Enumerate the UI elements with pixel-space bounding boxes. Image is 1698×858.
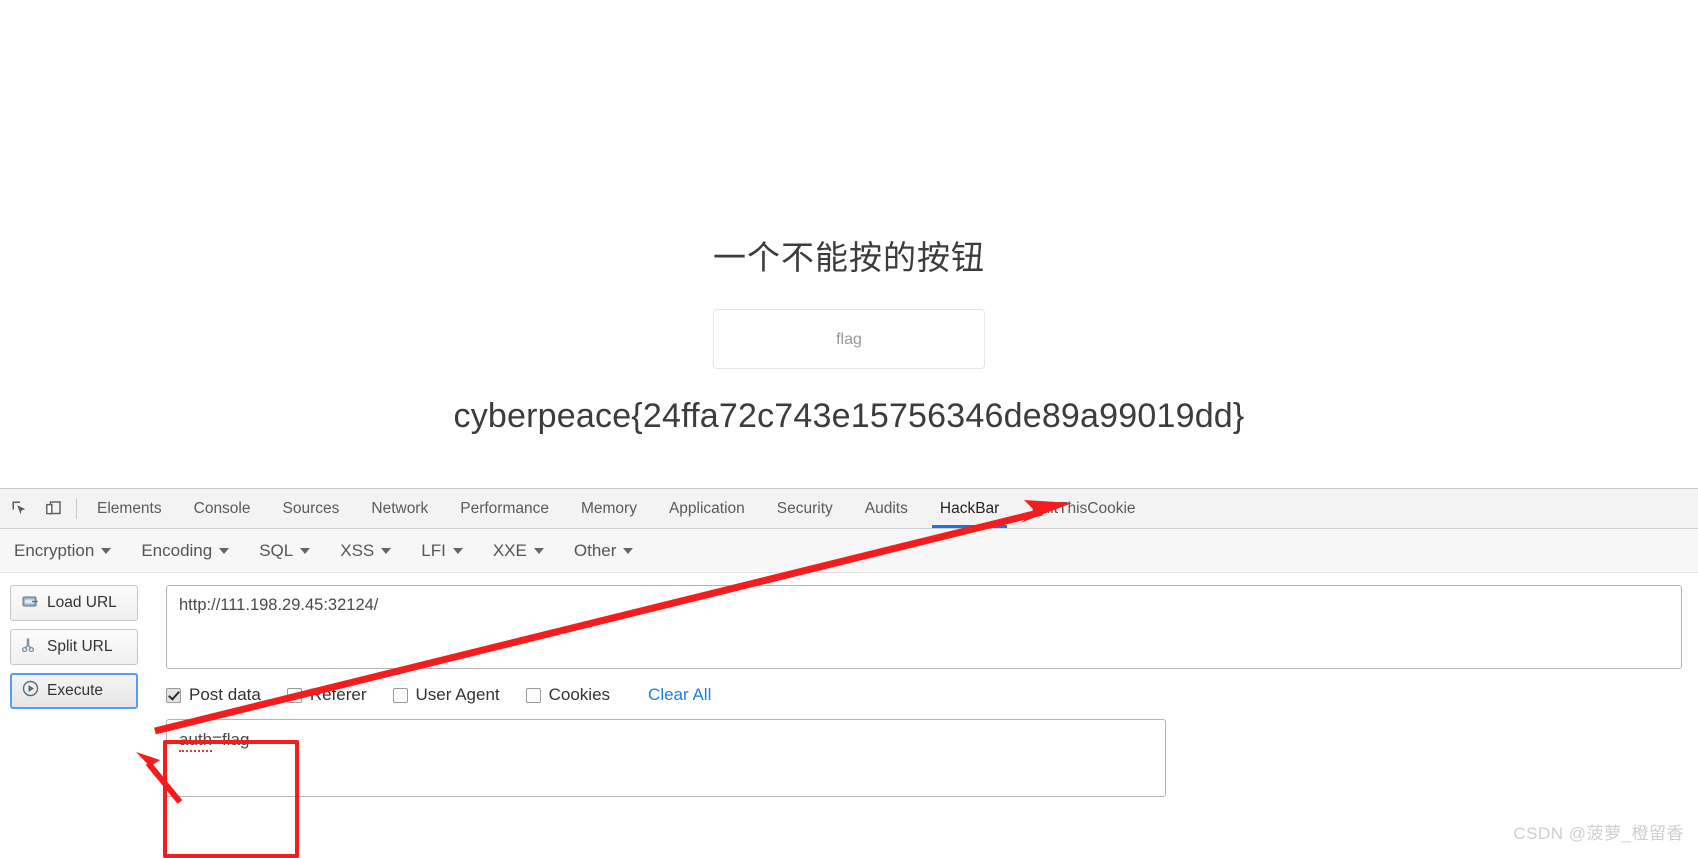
user-agent-label: User Agent [415,685,500,704]
watermark: CSDN @菠萝_橙留香 [1513,824,1684,843]
page-title: 一个不能按的按钮 [713,239,985,276]
execute-label: Execute [47,682,104,699]
menu-xxe-label: XXE [492,540,527,560]
menu-xss[interactable]: XSS [340,540,392,561]
url-input[interactable]: http://111.198.29.45:32124/ [166,585,1682,669]
flag-button[interactable]: flag [713,308,985,369]
tab-elements[interactable]: Elements [81,489,178,528]
post-data-remainder: =flag [212,730,250,749]
devtools-panel: Elements Console Sources Network Perform… [0,488,1698,858]
load-url-button[interactable]: Load URL [10,585,138,621]
tab-memory[interactable]: Memory [565,489,653,528]
tab-security[interactable]: Security [761,489,849,528]
tab-audits[interactable]: Audits [849,489,924,528]
menu-other-label: Other [573,540,617,560]
menu-xss-label: XSS [340,540,375,560]
clear-all-link[interactable]: Clear All [648,685,711,705]
post-data-label: Post data [189,685,261,704]
tab-hackbar[interactable]: HackBar [924,489,1015,528]
execute-button[interactable]: Execute [10,673,138,709]
referer-checkbox[interactable] [286,687,302,703]
menu-encoding[interactable]: Encoding [141,540,230,561]
menu-other[interactable]: Other [574,541,634,561]
tab-console[interactable]: Console [178,489,267,528]
devtools-tabbar: Elements Console Sources Network Perform… [0,489,1698,529]
page-content: 一个不能按的按钮 flag cyberpeace{24ffa72c743e157… [0,0,1698,436]
chevron-down-icon [101,547,112,554]
chevron-down-icon [623,547,634,554]
tab-editthiscookie[interactable]: EditThisCookie [1015,489,1151,528]
hackbar-body: Load URL Split URL Execute http://111.19… [0,573,1698,797]
hackbar-action-buttons: Load URL Split URL Execute [10,585,138,709]
post-data-spellcheck-word: auth [179,730,213,752]
split-url-label: Split URL [47,638,113,655]
chevron-down-icon [381,547,392,554]
tab-sources[interactable]: Sources [267,489,356,528]
split-url-icon [21,637,39,657]
devtools-tool-icons [0,489,74,528]
chevron-down-icon [219,547,230,554]
user-agent-checkbox[interactable] [392,687,408,703]
hackbar-inputs: http://111.198.29.45:32124/ Post data Re… [166,585,1698,797]
menu-sql[interactable]: SQL [259,540,311,561]
tab-application[interactable]: Application [653,489,761,528]
execute-icon [22,680,39,702]
post-data-checkbox[interactable] [166,687,181,703]
menu-lfi[interactable]: LFI [421,541,463,561]
option-referer[interactable]: Referer [286,685,367,705]
chevron-down-icon [452,547,463,554]
cookies-checkbox[interactable] [525,687,541,703]
post-data-input[interactable]: auth=flag [166,719,1166,797]
flag-result-text: cyberpeace{24ffa72c743e15756346de89a9901… [453,396,1245,435]
option-post-data[interactable]: Post data [166,685,261,705]
load-url-label: Load URL [47,594,117,611]
split-url-button[interactable]: Split URL [10,629,138,665]
option-cookies[interactable]: Cookies [525,685,611,705]
inspect-element-icon[interactable] [6,496,32,522]
chevron-down-icon [300,547,311,554]
menu-encryption[interactable]: Encryption [14,540,112,561]
device-toolbar-icon[interactable] [40,496,66,522]
menu-encryption-label: Encryption [14,540,95,560]
cookies-label: Cookies [548,685,611,704]
menu-lfi-label: LFI [421,540,446,560]
tab-performance[interactable]: Performance [444,489,565,528]
menu-xxe[interactable]: XXE [493,541,544,561]
chevron-down-icon [533,547,544,554]
hackbar-menubar: Encryption Encoding SQL XSS LFI XXE Othe… [0,529,1698,573]
browser-page-viewport: 一个不能按的按钮 flag cyberpeace{24ffa72c743e157… [0,0,1698,527]
devtools-tab-list: Elements Console Sources Network Perform… [81,489,1152,528]
load-url-icon [22,594,39,613]
menu-encoding-label: Encoding [141,540,213,560]
toolbar-divider [76,498,77,519]
referer-label: Referer [309,685,367,704]
option-user-agent[interactable]: User Agent [392,685,500,705]
hackbar-option-row: Post data Referer User Agent Cookies Cle… [166,683,1682,707]
menu-sql-label: SQL [259,540,294,560]
tab-network[interactable]: Network [355,489,444,528]
